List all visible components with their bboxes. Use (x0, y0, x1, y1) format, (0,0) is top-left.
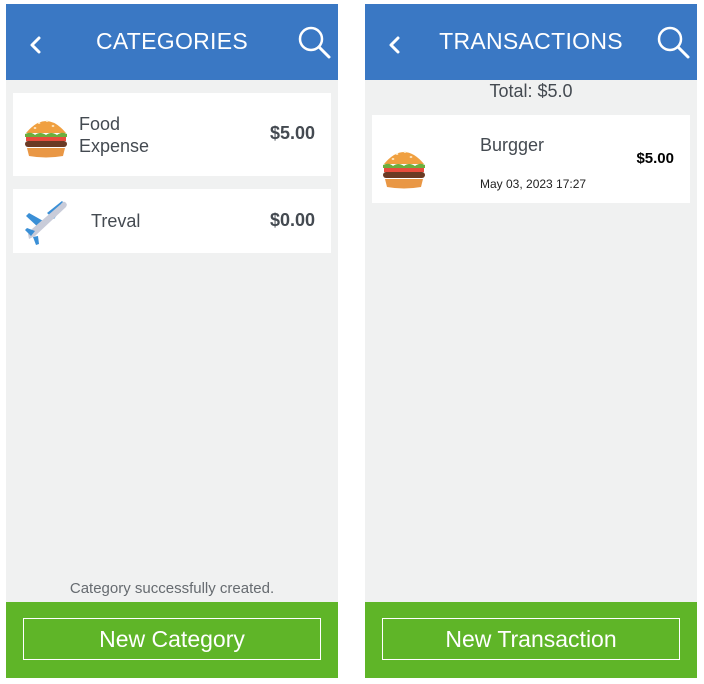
transaction-item[interactable]: Burgger May 03, 2023 17:27 $5.00 (372, 115, 690, 203)
airplane-icon (25, 201, 67, 245)
category-name-line2: Expense (79, 136, 150, 156)
categories-footer: New Category (6, 602, 338, 678)
transactions-screen: TRANSACTIONS Total: $5.0 Burgger May 03,… (365, 4, 697, 678)
new-category-button[interactable]: New Category (23, 618, 321, 660)
category-item-food-expense[interactable]: Food Expense $5.00 (13, 93, 331, 176)
transaction-name: Burgger (480, 135, 545, 155)
transactions-header: TRANSACTIONS (365, 4, 697, 80)
category-item-treval[interactable]: Treval $0.00 (13, 189, 331, 253)
category-name-line1: Food (79, 114, 121, 134)
search-icon[interactable] (657, 26, 691, 60)
burger-icon (25, 120, 67, 158)
category-amount: $0.00 (269, 210, 315, 230)
transactions-total: Total: $5.0 (489, 81, 573, 101)
transaction-amount: $5.00 (636, 150, 674, 167)
categories-header: CATEGORIES (6, 4, 338, 80)
categories-screen: CATEGORIES Food Expense $5.00 Treval $0.… (6, 4, 338, 678)
burger-icon (383, 151, 425, 189)
transactions-footer: New Transaction (365, 602, 697, 678)
search-icon[interactable] (298, 26, 332, 60)
page-title: CATEGORIES (95, 28, 249, 54)
category-amount: $5.00 (269, 123, 315, 143)
transaction-date: May 03, 2023 17:27 (480, 177, 587, 191)
page-title: TRANSACTIONS (439, 28, 623, 54)
category-name: Food Expense (79, 113, 149, 157)
new-transaction-button[interactable]: New Transaction (382, 618, 680, 660)
category-name: Treval (91, 211, 141, 231)
success-toast: Category successfully created. (69, 580, 275, 597)
